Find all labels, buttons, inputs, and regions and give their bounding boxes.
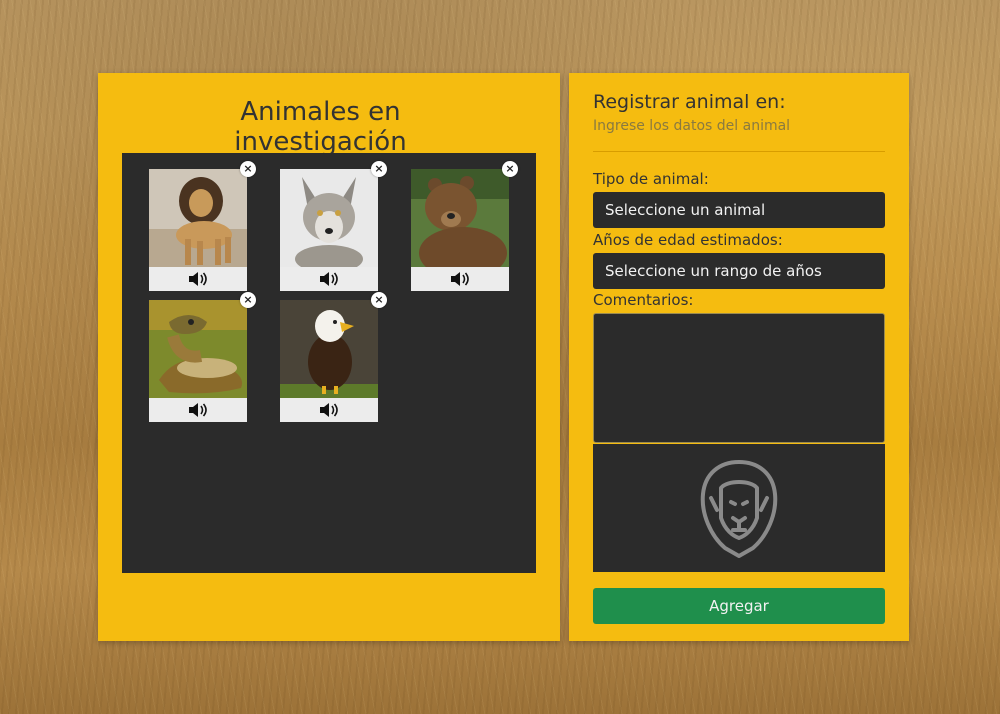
animal-card-eagle[interactable]: × bbox=[280, 292, 387, 422]
add-button[interactable]: Agregar bbox=[593, 588, 885, 624]
close-icon[interactable]: × bbox=[240, 161, 256, 177]
animal-type-select[interactable]: Seleccione un animal bbox=[593, 192, 885, 228]
age-label: Años de edad estimados: bbox=[593, 231, 783, 249]
eagle-photo bbox=[280, 300, 378, 398]
snake-photo bbox=[149, 300, 247, 398]
sound-button[interactable] bbox=[149, 267, 247, 291]
sound-button[interactable] bbox=[280, 398, 378, 422]
lion-outline-icon bbox=[700, 460, 778, 558]
form-divider bbox=[593, 151, 885, 152]
speaker-icon bbox=[189, 272, 207, 286]
age-range-select[interactable]: Seleccione un rango de años bbox=[593, 253, 885, 289]
close-icon[interactable]: × bbox=[371, 161, 387, 177]
animal-card-lion[interactable]: × bbox=[149, 161, 256, 291]
animal-card-wolf[interactable]: × bbox=[280, 161, 387, 291]
close-icon[interactable]: × bbox=[240, 292, 256, 308]
animal-card-bear[interactable]: × bbox=[411, 161, 518, 291]
bear-photo bbox=[411, 169, 509, 267]
sound-button[interactable] bbox=[411, 267, 509, 291]
comments-textarea[interactable] bbox=[593, 313, 885, 443]
animal-type-label: Tipo de animal: bbox=[593, 170, 709, 188]
form-title: Registrar animal en: bbox=[593, 91, 786, 113]
animals-panel: Animales en investigación × × × × × bbox=[98, 73, 560, 641]
speaker-icon bbox=[451, 272, 469, 286]
sound-button[interactable] bbox=[280, 267, 378, 291]
sound-button[interactable] bbox=[149, 398, 247, 422]
close-icon[interactable]: × bbox=[371, 292, 387, 308]
speaker-icon bbox=[320, 403, 338, 417]
close-icon[interactable]: × bbox=[502, 161, 518, 177]
speaker-icon bbox=[320, 272, 338, 286]
animal-preview bbox=[593, 444, 885, 572]
form-subtitle: Ingrese los datos del animal bbox=[593, 118, 791, 134]
wolf-photo bbox=[280, 169, 378, 267]
register-panel: Registrar animal en: Ingrese los datos d… bbox=[569, 73, 909, 641]
lion-photo bbox=[149, 169, 247, 267]
animal-card-snake[interactable]: × bbox=[149, 292, 256, 422]
comments-label: Comentarios: bbox=[593, 291, 694, 309]
animal-board: × × × × × bbox=[122, 153, 536, 573]
speaker-icon bbox=[189, 403, 207, 417]
